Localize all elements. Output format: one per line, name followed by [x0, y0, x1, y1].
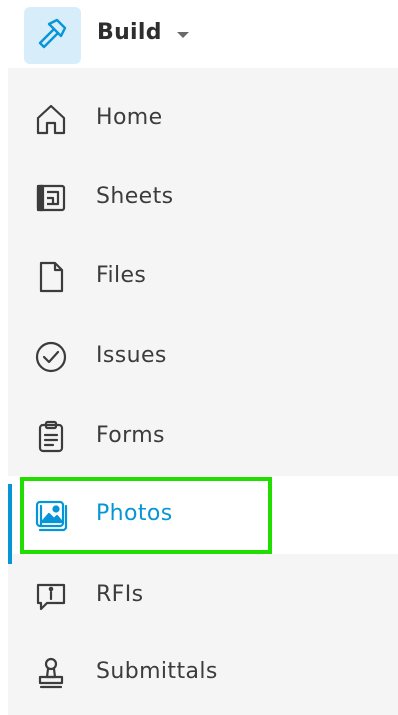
sidebar-item-label: Sheets [96, 184, 174, 209]
app-title[interactable]: Build [97, 20, 162, 45]
sidebar-item-label: Files [96, 263, 147, 288]
sidebar-item-rfis[interactable]: RFIs [8, 557, 398, 635]
sidebar-item-files[interactable]: Files [8, 238, 398, 316]
sidebar-item-label: RFIs [96, 582, 144, 607]
check-circle-icon [33, 339, 69, 375]
file-icon [33, 259, 69, 295]
selection-highlight [20, 477, 272, 554]
sidebar-item-label: Forms [96, 423, 165, 448]
clipboard-icon [33, 419, 69, 455]
hammer-icon [35, 16, 71, 56]
sidebar-item-label: Submittals [96, 659, 218, 684]
sidebar-item-issues[interactable]: Issues [8, 318, 398, 396]
speech-bubble-info-icon [33, 578, 69, 614]
stamp-icon [33, 655, 69, 691]
app-header: Build [0, 0, 398, 68]
sheets-icon [33, 180, 69, 216]
sidebar-item-label: Issues [96, 343, 167, 368]
sidebar-item-photos[interactable]: Photos [8, 476, 398, 564]
active-indicator [8, 484, 12, 564]
sidebar-item-forms[interactable]: Forms [8, 398, 398, 476]
home-icon [33, 101, 69, 137]
sidebar-item-home[interactable]: Home [8, 80, 398, 158]
sidebar-item-label: Home [96, 105, 163, 130]
chevron-down-icon[interactable] [177, 32, 189, 38]
app-switcher-button[interactable] [24, 7, 81, 64]
sidebar: Home Sheets Files Issues Forms Photos RF… [8, 68, 398, 715]
sidebar-item-sheets[interactable]: Sheets [8, 159, 398, 237]
sidebar-item-submittals[interactable]: Submittals [8, 634, 398, 712]
